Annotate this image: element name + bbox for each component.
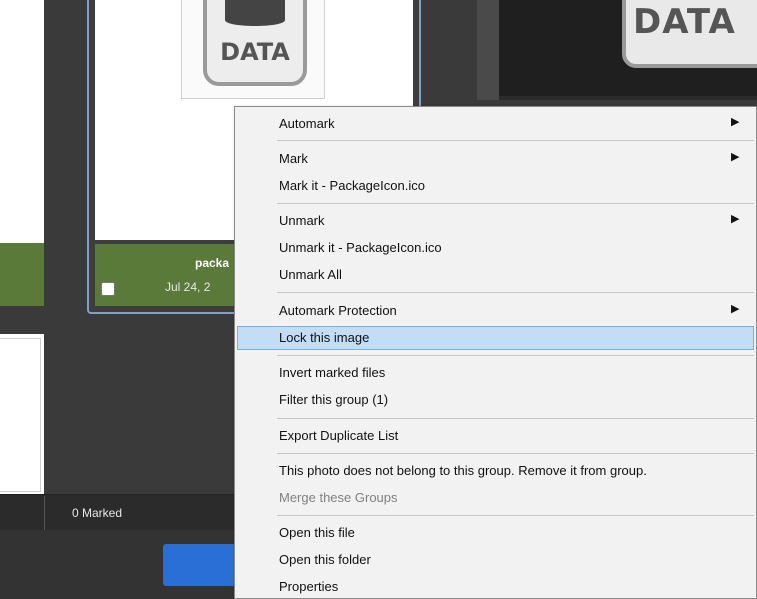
menu-item-automark[interactable]: Automark ▶ [235, 112, 756, 136]
card-filename: packa [195, 256, 230, 270]
menu-separator [277, 453, 754, 454]
menu-separator [277, 292, 754, 293]
status-divider [44, 496, 45, 530]
menu-item-label: Mark [279, 151, 308, 166]
card-checkbox[interactable] [101, 282, 115, 296]
menu-item-label: Invert marked files [279, 365, 386, 380]
menu-separator [277, 515, 754, 516]
menu-item-label: Mark it - PackageIcon.ico [279, 178, 425, 193]
menu-item-invert-marked[interactable]: Invert marked files [235, 361, 756, 385]
menu-item-label: Properties [279, 579, 339, 594]
submenu-arrow-icon: ▶ [731, 303, 740, 315]
menu-item-label: Filter this group (1) [279, 392, 389, 407]
menu-item-mark[interactable]: Mark ▶ [235, 147, 756, 171]
preview-icon-label: DATA [633, 2, 736, 42]
menu-separator [277, 203, 754, 204]
menu-item-unmark-it[interactable]: Unmark it - PackageIcon.ico [235, 236, 756, 260]
menu-item-label: Automark Protection [279, 303, 397, 318]
submenu-arrow-icon: ▶ [731, 151, 740, 163]
card-date: Jul 24, 2 [165, 280, 211, 294]
menu-item-label: Automark [279, 116, 335, 131]
menu-item-label: Open this folder [279, 552, 371, 567]
menu-item-remove-from-group[interactable]: This photo does not belong to this group… [235, 459, 756, 483]
panel-divider [477, 0, 499, 100]
menu-item-open-file[interactable]: Open this file [235, 521, 756, 545]
menu-item-label: Unmark [279, 213, 325, 228]
menu-separator [277, 418, 754, 419]
menu-item-mark-it[interactable]: Mark it - PackageIcon.ico [235, 174, 756, 198]
menu-item-label: Merge these Groups [279, 490, 398, 505]
menu-separator [277, 355, 754, 356]
menu-item-unmark-all[interactable]: Unmark All [235, 263, 756, 287]
submenu-arrow-icon: ▶ [731, 116, 740, 128]
menu-separator [277, 140, 754, 141]
menu-item-filter-group[interactable]: Filter this group (1) [235, 388, 756, 412]
menu-item-unmark[interactable]: Unmark ▶ [235, 209, 756, 233]
left-group-header [0, 243, 44, 306]
marked-count: 0 Marked [72, 506, 123, 520]
left-thumbnail-area [0, 0, 44, 243]
menu-item-label: Export Duplicate List [279, 428, 399, 443]
menu-item-lock-image[interactable]: Lock this image [237, 326, 754, 350]
submenu-arrow-icon: ▶ [731, 213, 740, 225]
menu-item-export-list[interactable]: Export Duplicate List [235, 424, 756, 448]
card-icon-label: DATA [220, 38, 290, 66]
menu-item-label: Unmark it - PackageIcon.ico [279, 240, 442, 255]
menu-item-label: Unmark All [279, 267, 342, 282]
primary-action-button[interactable] [163, 544, 243, 586]
left-thumbnail-frame [0, 338, 41, 492]
menu-item-label: Lock this image [279, 330, 370, 345]
menu-item-merge-groups: Merge these Groups [235, 486, 756, 510]
menu-item-label: This photo does not belong to this group… [279, 463, 647, 478]
menu-item-properties[interactable]: Properties [235, 575, 756, 599]
context-menu: Automark ▶ Mark ▶ Mark it - PackageIcon.… [234, 106, 757, 599]
menu-item-open-folder[interactable]: Open this folder [235, 548, 756, 572]
preview-panel-border [499, 96, 757, 100]
menu-item-automark-protection[interactable]: Automark Protection ▶ [235, 299, 756, 323]
menu-item-label: Open this file [279, 525, 355, 540]
